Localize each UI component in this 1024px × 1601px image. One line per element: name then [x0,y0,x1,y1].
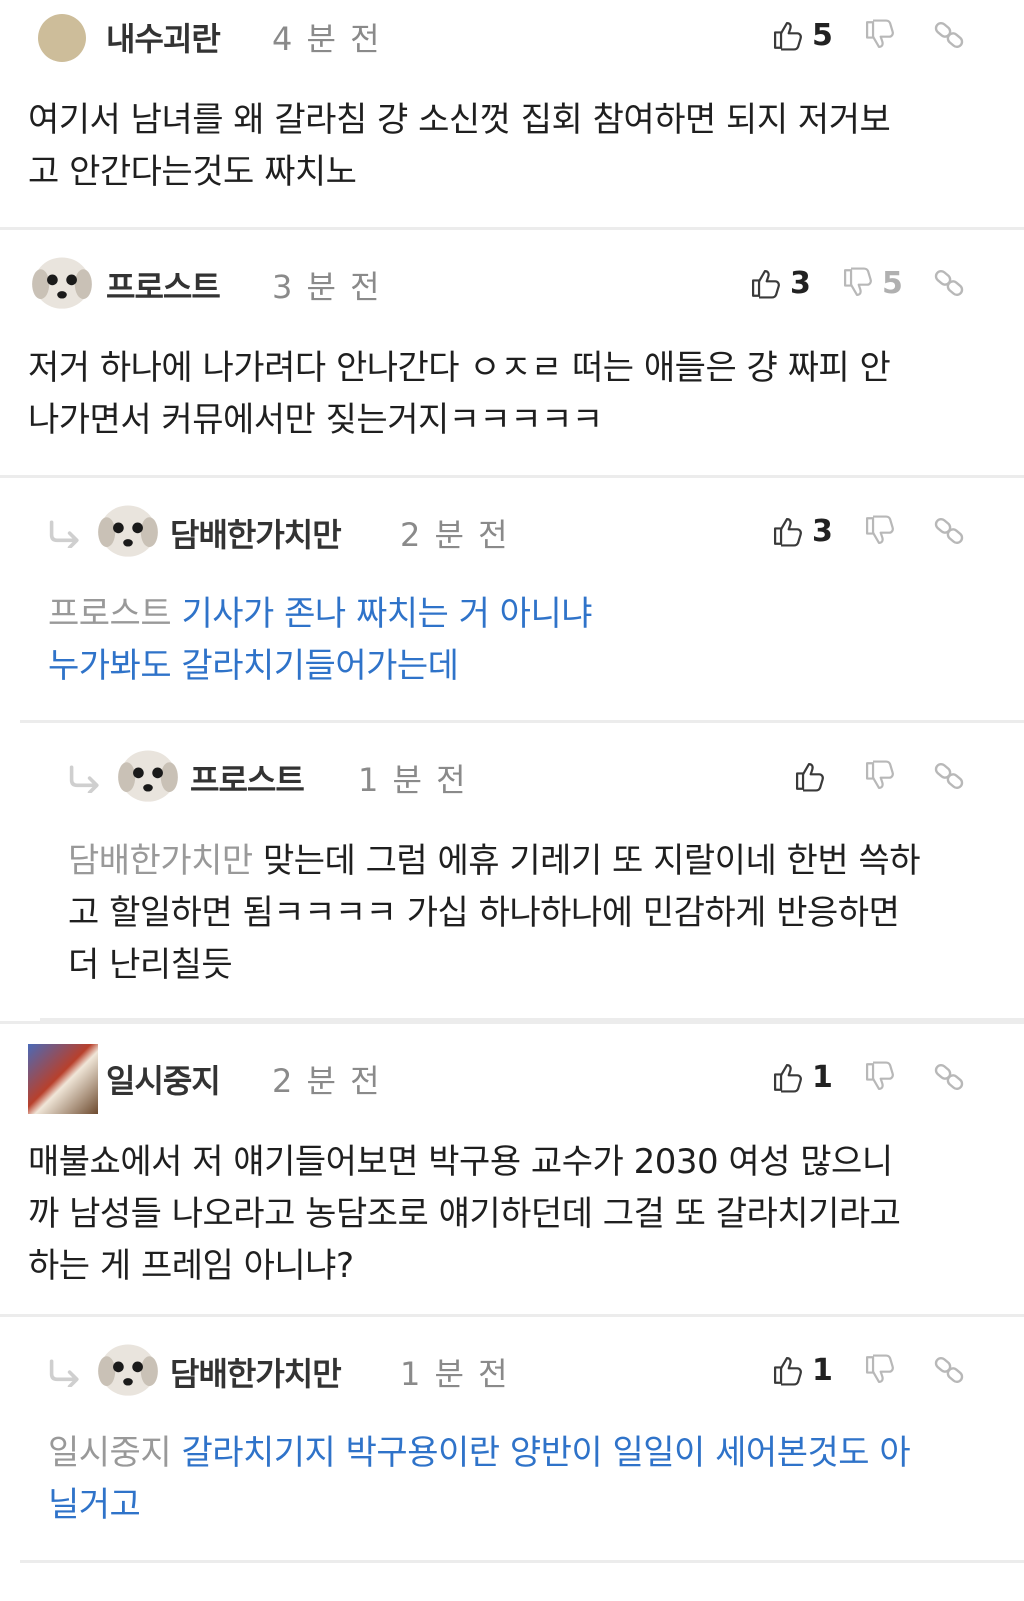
link-button[interactable] [932,1349,966,1391]
dislike-button[interactable] [862,510,896,552]
comment-text-line: 담배한가치만 맞는데 그럼 에휴 기레기 또 지랄이네 한번 쓱하 [68,835,988,887]
thumbs-up-icon [770,1353,804,1387]
avatar[interactable] [28,1044,98,1114]
comment-text-line: 매불쇼에서 저 얘기들어보면 박구용 교수가 2030 여성 많으니 [28,1142,893,1182]
link-icon [932,18,966,52]
comment-time: 3 분 전 [272,268,382,306]
thumbs-down-icon [862,1060,896,1094]
comment-text-line: 고 할일하면 됨ㅋㅋㅋㅋ 가십 하나하나에 민감하게 반응하면 [68,893,900,933]
like-button[interactable]: 3 [770,510,833,552]
link-button[interactable] [932,262,966,304]
reply-arrow-icon [68,765,104,793]
reply-text: 갈라치기지 박구용이란 양반이 일일이 세어본것도 아 [181,1433,911,1473]
dislike-count: 5 [882,265,903,301]
like-button[interactable]: 1 [770,1349,833,1391]
reply-1: 담배한가치만 2 분 전 3 프로스트 기사가 존나 짜치는 거 아니냐 누가봐… [20,478,1024,723]
link-icon [932,514,966,548]
comment-text: 저거 하나에 나가려다 안나간다 ㅇㅈㄹ 떠는 애들은 걍 짜피 안 나가면서 … [28,342,988,446]
thumbs-down-icon [862,1353,896,1387]
thumbs-up-icon [770,1060,804,1094]
thumbs-up-icon [770,18,804,52]
comment-nickname[interactable]: 프로스트 [190,755,305,801]
comment-text-line: 일시중지 갈라치기지 박구용이란 양반이 일일이 세어본것도 아 [48,1427,998,1479]
mention-nickname[interactable]: 프로스트 [48,594,172,634]
link-icon [932,1060,966,1094]
comment-time: 1 분 전 [358,761,468,799]
like-button[interactable] [792,755,826,797]
comment-text-line: 프로스트 기사가 존나 짜치는 거 아니냐 [48,588,988,640]
thumbs-up-icon [792,759,826,793]
like-count: 3 [812,513,833,549]
comment-time: 2 분 전 [272,1062,382,1100]
comment-text-line: 저거 하나에 나가려다 안나간다 ㅇㅈㄹ 떠는 애들은 걍 짜피 안 [28,348,891,388]
comment-text-line: 고 안간다는것도 짜치노 [28,152,357,192]
avatar[interactable] [38,14,86,62]
like-count: 5 [812,17,833,53]
like-button[interactable]: 5 [770,14,833,56]
comment-3: 일시중지 2 분 전 1 매불쇼에서 저 얘기들어보면 박구용 교수가 2030… [0,1021,1024,1317]
reply-text: 누가봐도 갈라치기들어가는데 [48,646,459,686]
comment-nickname[interactable]: 일시중지 [106,1056,221,1102]
comment-time: 2 분 전 [400,516,510,554]
like-count: 1 [812,1059,833,1095]
avatar[interactable] [116,743,180,807]
link-icon [932,759,966,793]
like-button[interactable]: 1 [770,1056,833,1098]
comment-2: 프로스트 3 분 전 3 5 저거 하나에 나가려다 안나간다 ㅇㅈㄹ 떠는 애… [0,230,1024,478]
comment-text: 담배한가치만 맞는데 그럼 에휴 기레기 또 지랄이네 한번 쓱하 고 할일하면… [68,835,988,991]
link-button[interactable] [932,510,966,552]
avatar[interactable] [96,498,160,562]
comment-text-line: 하는 게 프레임 아니냐? [28,1246,354,1286]
thumbs-up-icon [770,514,804,548]
dislike-button[interactable] [862,14,896,56]
link-button[interactable] [932,14,966,56]
comment-time: 1 분 전 [400,1355,510,1393]
dislike-button[interactable] [862,755,896,797]
thumbs-down-icon [840,266,874,300]
comment-1: 내수괴란 4 분 전 5 여기서 남녀를 왜 갈라침 걍 소신껏 집회 참여하면… [0,0,1024,230]
dislike-button[interactable] [862,1349,896,1391]
reply-text: 닐거고 [48,1485,141,1525]
reply-text: 맞는데 그럼 에휴 기레기 또 지랄이네 한번 쓱하 [263,841,920,881]
comment-text: 여기서 남녀를 왜 갈라침 걍 소신껏 집회 참여하면 되지 저거보 고 안간다… [28,94,988,198]
like-button[interactable]: 3 [748,262,811,304]
mention-nickname[interactable]: 담배한가치만 [68,841,253,881]
avatar[interactable] [30,250,94,314]
comment-text-line: 여기서 남녀를 왜 갈라침 걍 소신껏 집회 참여하면 되지 저거보 [28,100,891,140]
link-icon [932,266,966,300]
comment-nickname[interactable]: 담배한가치만 [170,1349,342,1395]
comment-nickname[interactable]: 내수괴란 [106,14,221,60]
link-icon [932,1353,966,1387]
like-count: 3 [790,265,811,301]
comment-time: 4 분 전 [272,20,382,58]
comment-text-line: 더 난리칠듯 [68,945,233,985]
thumbs-down-icon [862,18,896,52]
comment-text-line: 까 남성들 나오라고 농담조로 얘기하던데 그걸 또 갈라치기라고 [28,1194,901,1234]
reply-3: 담배한가치만 1 분 전 1 일시중지 갈라치기지 박구용이란 양반이 일일이 … [20,1317,1024,1563]
reply-2: 프로스트 1 분 전 담배한가치만 맞는데 그럼 에휴 기레기 또 지랄이네 한… [40,723,1024,1021]
dislike-button[interactable]: 5 [840,262,903,304]
comment-text: 프로스트 기사가 존나 짜치는 거 아니냐 누가봐도 갈라치기들어가는데 [48,588,988,692]
comment-text: 일시중지 갈라치기지 박구용이란 양반이 일일이 세어본것도 아 닐거고 [48,1427,998,1531]
mention-nickname[interactable]: 일시중지 [48,1433,172,1473]
link-button[interactable] [932,755,966,797]
thumbs-down-icon [862,514,896,548]
comment-text: 매불쇼에서 저 얘기들어보면 박구용 교수가 2030 여성 많으니 까 남성들… [28,1136,988,1292]
link-button[interactable] [932,1056,966,1098]
reply-arrow-icon [48,520,84,548]
reply-text: 기사가 존나 짜치는 거 아니냐 [181,594,593,634]
thumbs-up-icon [748,266,782,300]
comment-text-line: 나가면서 커뮤에서만 짖는거지ㅋㅋㅋㅋㅋ [28,400,603,440]
reply-arrow-icon [48,1359,84,1387]
dislike-button[interactable] [862,1056,896,1098]
avatar[interactable] [96,1337,160,1401]
comment-nickname[interactable]: 프로스트 [106,262,221,308]
comment-nickname[interactable]: 담배한가치만 [170,510,342,556]
thumbs-down-icon [862,759,896,793]
like-count: 1 [812,1352,833,1388]
